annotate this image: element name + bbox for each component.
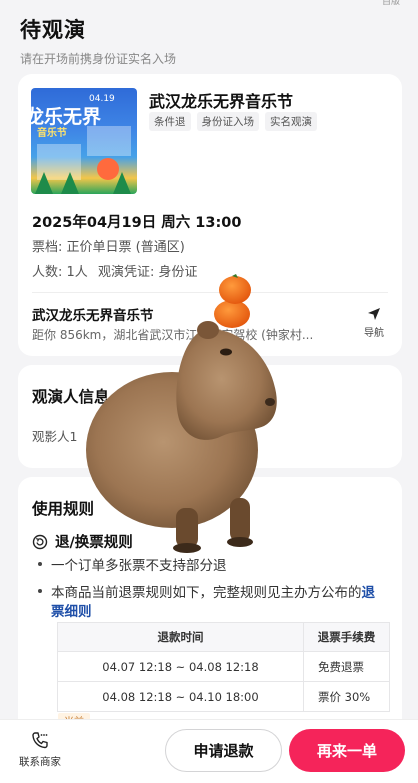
event-tag: 身份证入场 xyxy=(196,112,259,131)
reorder-button[interactable]: 再来一单 xyxy=(289,729,405,772)
viewer-name: 观影人1 xyxy=(32,429,78,444)
poster-subtitle: 音乐节 xyxy=(37,128,67,139)
ticket-tier: 票档: 正价单日票 (普通区) xyxy=(32,240,185,255)
refund-fee-cell: 免费退票 xyxy=(303,651,390,682)
ticket-count: 人数: 1人 xyxy=(32,265,88,280)
contact-merchant-button[interactable]: 联系商家 xyxy=(16,729,64,769)
page-title: 待观演 xyxy=(20,18,86,42)
bottom-action-bar: 联系商家 申请退款 再来一单 xyxy=(0,719,418,783)
navigation-arrow-icon xyxy=(368,308,380,320)
poster-tree xyxy=(35,172,53,194)
orange-top xyxy=(219,276,251,304)
table-header-row: 退款时间 退票手续费 xyxy=(57,622,390,652)
event-tags: 条件退 身份证入场 实名观演 xyxy=(149,112,317,131)
poster-tree xyxy=(61,172,79,194)
apply-refund-button[interactable]: 申请退款 xyxy=(165,729,282,772)
capybara-ear xyxy=(197,321,219,339)
capybara-leg xyxy=(176,508,198,548)
table-row: 04.07 12:18 ~ 04.08 12:18 免费退票 xyxy=(57,651,390,682)
event-poster[interactable]: 龙乐无界 音乐节 04.19 xyxy=(31,88,137,194)
navigation-label: 导航 xyxy=(364,328,384,339)
column-header: 退票手续费 xyxy=(303,622,390,652)
page-subtitle: 请在开场前携身份证实名入场 xyxy=(20,52,177,66)
event-tag: 条件退 xyxy=(149,112,191,131)
refund-time-cell: 04.08 12:18 ~ 04.10 18:00 xyxy=(57,681,304,712)
refresh-circle-icon xyxy=(32,534,48,549)
rule-item: 本商品当前退票规则如下，完整规则见主办方公布的退票细则 xyxy=(38,584,388,622)
column-header: 退款时间 xyxy=(57,622,304,652)
contact-merchant-label: 联系商家 xyxy=(19,756,61,768)
event-name[interactable]: 武汉龙乐无界音乐节 xyxy=(149,88,293,112)
capybara-nose xyxy=(265,398,275,406)
navigation-button[interactable]: 导航 xyxy=(360,306,388,339)
poster-tree xyxy=(113,172,131,194)
refund-fee-cell: 票价 30% xyxy=(303,681,390,712)
capybara-leg xyxy=(230,498,250,542)
bullet xyxy=(38,589,42,593)
rule-text: 一个订单多张票不支持部分退 xyxy=(51,558,227,574)
capybara-sticker xyxy=(86,274,277,553)
rule-text: 本商品当前退票规则如下，完整规则见主办方公布的 xyxy=(51,585,362,601)
status-clip-text: 自版 xyxy=(381,0,400,7)
bullet xyxy=(38,562,42,566)
phone-chat-icon xyxy=(32,732,48,749)
poster-lineup-block xyxy=(87,126,131,156)
orange-bottom xyxy=(214,300,250,328)
event-tag: 实名观演 xyxy=(265,112,317,131)
refund-time-cell: 04.07 12:18 ~ 04.08 12:18 xyxy=(57,651,304,682)
rule-item: 一个订单多张票不支持部分退 xyxy=(38,557,227,576)
capybara-head xyxy=(176,329,277,440)
poster-date: 04.19 xyxy=(89,94,115,104)
page-header: 待观演 请在开场前携身份证实名入场 xyxy=(0,0,418,67)
refund-fee-table: 退款时间 退票手续费 04.07 12:18 ~ 04.08 12:18 免费退… xyxy=(57,622,390,712)
show-time: 2025年04月19日 周六 13:00 xyxy=(32,215,242,231)
table-row: 04.08 12:18 ~ 04.10 18:00 票价 30% xyxy=(57,681,390,712)
capybara-eye xyxy=(220,348,232,356)
